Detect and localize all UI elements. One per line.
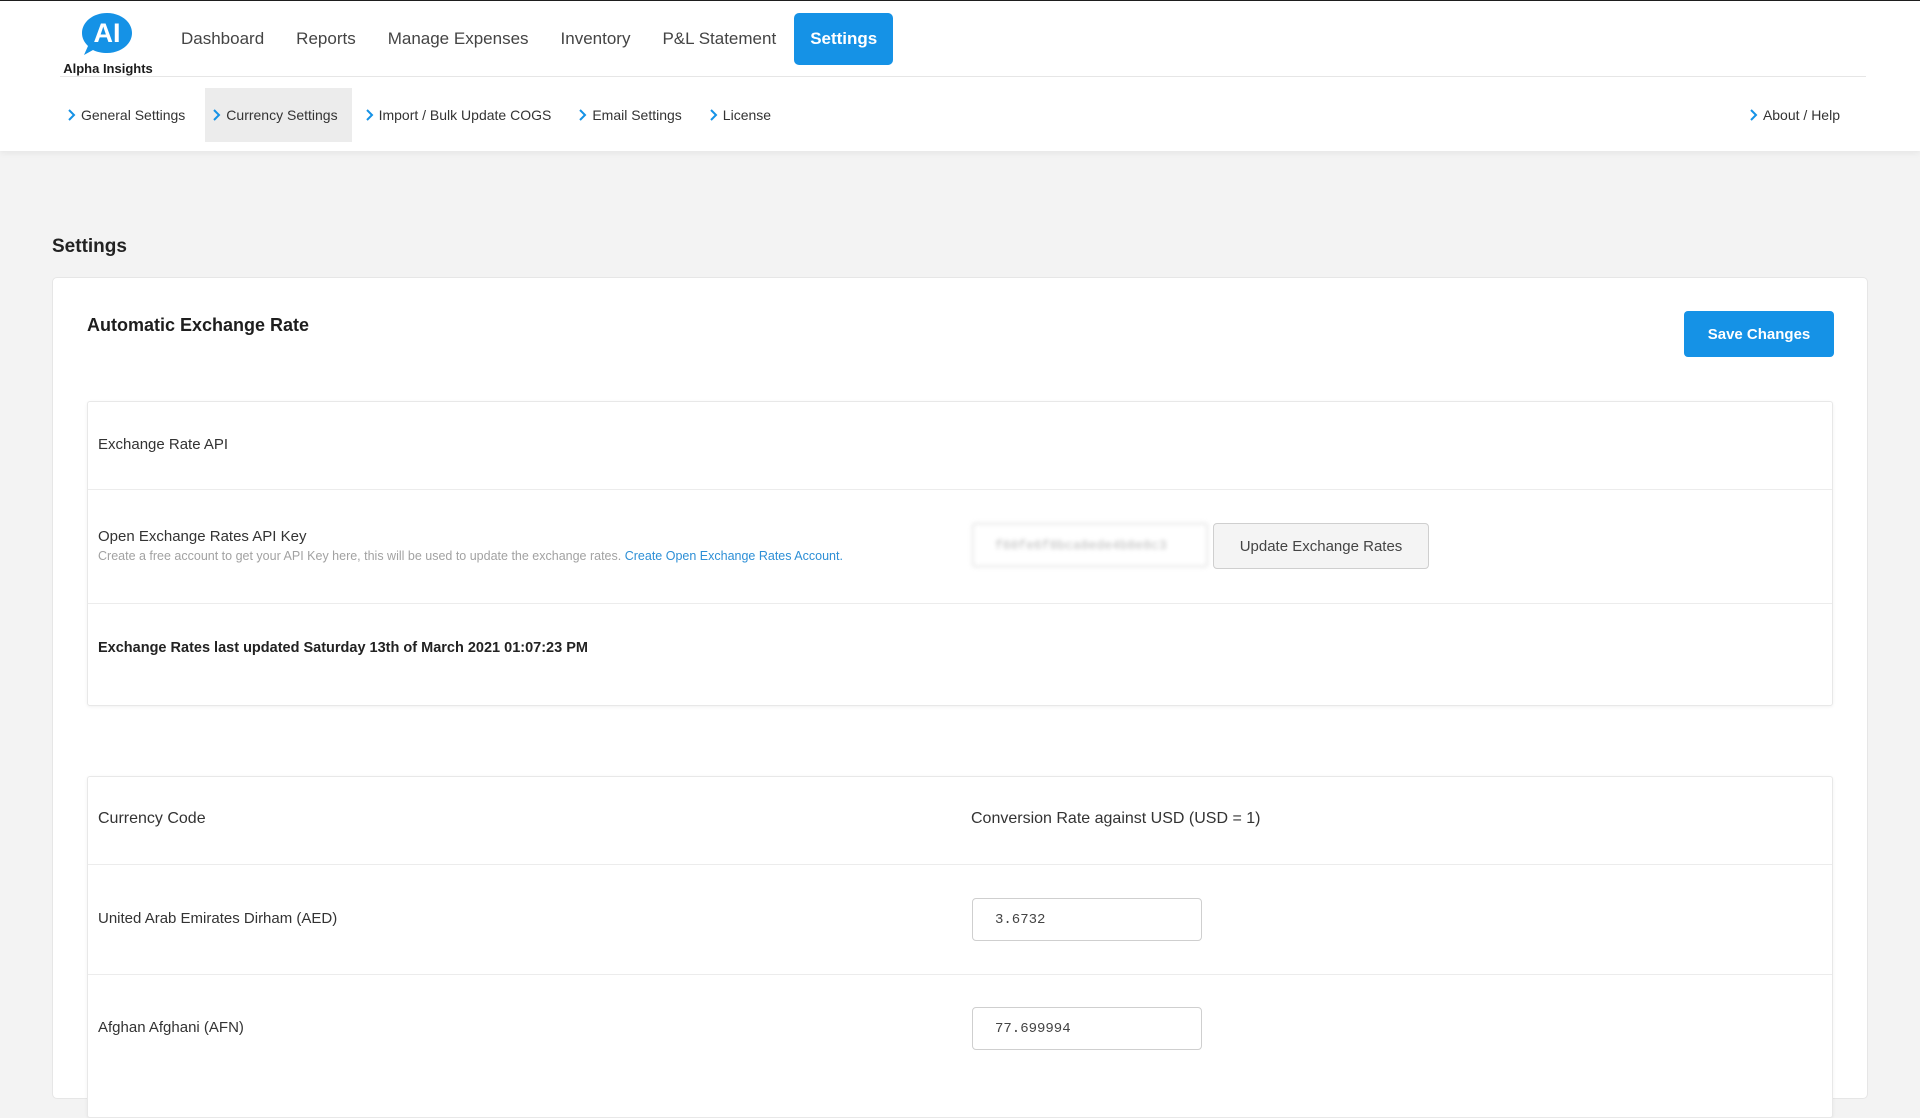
last-updated-row: Exchange Rates last updated Saturday 13t… [88, 603, 1832, 706]
logo-letters: AI [94, 18, 121, 48]
chevron-right-icon [710, 109, 718, 121]
api-key-help: Create a free account to get your API Ke… [98, 549, 843, 563]
settings-subnav: General Settings Currency Settings Impor… [60, 88, 791, 142]
subnav-about-help[interactable]: About / Help [1742, 88, 1854, 142]
chevron-right-icon [1750, 109, 1758, 121]
subnav-email-settings[interactable]: Email Settings [571, 88, 695, 142]
subnav-license[interactable]: License [702, 88, 785, 142]
last-updated-text: Exchange Rates last updated Saturday 13t… [98, 640, 588, 656]
subnav-label: General Settings [81, 107, 186, 123]
api-panel-heading: Exchange Rate API [98, 436, 229, 453]
column-header-currency-code: Currency Code [98, 810, 206, 827]
nav-divider [60, 76, 1866, 77]
api-panel-header-row: Exchange Rate API [88, 402, 1832, 489]
currency-rates-table: Currency Code Conversion Rate against US… [87, 776, 1833, 1118]
logo-badge-icon: AI [82, 13, 132, 55]
api-key-label: Open Exchange Rates API Key [98, 528, 307, 545]
api-key-row: Open Exchange Rates API Key Create a fre… [88, 489, 1832, 604]
nav-dashboard[interactable]: Dashboard [165, 13, 280, 65]
subnav-label: Currency Settings [226, 107, 338, 123]
brand-logo[interactable]: AI Alpha Insights [60, 11, 156, 77]
chevron-right-icon [579, 109, 587, 121]
subnav-right: About / Help [1742, 88, 1860, 142]
update-exchange-rates-button[interactable]: Update Exchange Rates [1213, 523, 1429, 569]
subnav-label: Email Settings [592, 107, 682, 123]
table-header-row: Currency Code Conversion Rate against US… [88, 777, 1832, 864]
brand-name: Alpha Insights [63, 61, 153, 76]
subnav-general-settings[interactable]: General Settings [60, 88, 199, 142]
save-changes-button[interactable]: Save Changes [1684, 311, 1834, 357]
currency-name: United Arab Emirates Dirham (AED) [98, 910, 338, 927]
chevron-right-icon [213, 109, 221, 121]
chevron-right-icon [365, 109, 373, 121]
rate-input-aed[interactable] [972, 898, 1202, 941]
nav-settings[interactable]: Settings [794, 13, 894, 65]
api-key-help-text: Create a free account to get your API Ke… [98, 549, 622, 563]
rate-input-afn[interactable] [972, 1007, 1202, 1050]
subnav-label: License [722, 107, 772, 123]
table-row: United Arab Emirates Dirham (AED) [88, 864, 1832, 975]
currency-name: Afghan Afghani (AFN) [98, 1019, 244, 1036]
api-key-input[interactable] [972, 523, 1208, 567]
subnav-label: Import / Bulk Update COGS [378, 107, 552, 123]
settings-card: Automatic Exchange Rate Save Changes Exc… [52, 277, 1868, 1118]
subnav-label: About / Help [1762, 107, 1840, 123]
column-header-conversion-rate: Conversion Rate against USD (USD = 1) [971, 810, 1261, 827]
subnav-currency-settings[interactable]: Currency Settings [205, 88, 352, 142]
section-title: Automatic Exchange Rate [87, 315, 310, 335]
chevron-right-icon [68, 109, 76, 121]
main-nav: Dashboard Reports Manage Expenses Invent… [165, 13, 894, 65]
nav-reports[interactable]: Reports [280, 13, 372, 65]
subnav-import-bulk-update-cogs[interactable]: Import / Bulk Update COGS [358, 88, 566, 142]
nav-manage-expenses[interactable]: Manage Expenses [372, 13, 545, 65]
app-header: AI Alpha Insights Dashboard Reports Mana… [0, 1, 1920, 151]
exchange-rate-api-panel: Exchange Rate API Open Exchange Rates AP… [87, 401, 1833, 706]
page-title: Settings [52, 236, 127, 257]
nav-pl-statement[interactable]: P&L Statement [646, 13, 792, 65]
create-account-link[interactable]: Create Open Exchange Rates Account. [625, 549, 843, 563]
nav-inventory[interactable]: Inventory [545, 13, 647, 65]
table-row: Afghan Afghani (AFN) [88, 974, 1832, 1118]
